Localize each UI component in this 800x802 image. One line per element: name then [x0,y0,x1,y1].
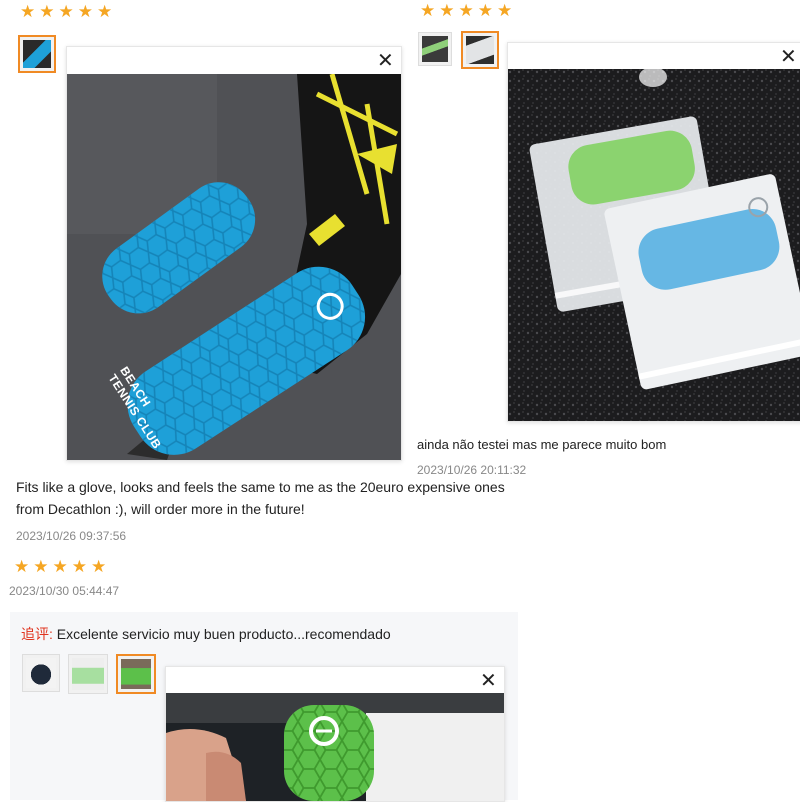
close-icon[interactable]: ✕ [377,51,394,71]
thumbnail-image [121,659,151,689]
star-icon: ★ [33,557,49,576]
thumbnail-image [23,40,51,68]
review-2-thumbnail-2[interactable] [461,31,499,69]
star-icon: ★ [97,2,113,21]
review-1-rating: ★ ★ ★ ★ ★ [20,3,112,20]
review-2-photo-viewer: ✕ [507,42,800,422]
review-2-rating: ★ ★ ★ ★ ★ [420,2,512,19]
bags-photo-illustration [508,69,800,421]
review-3-followup-box: 追评: Excelente servicio muy buen producto… [10,612,518,802]
star-icon: ★ [477,1,493,20]
thumbnail-image [72,658,104,690]
star-icon: ★ [71,557,87,576]
thumbnail-image [466,36,494,64]
close-icon[interactable]: ✕ [480,671,497,691]
grip-photo-illustration [67,74,401,460]
star-icon: ★ [52,557,68,576]
review-1-photo-viewer: ✕ BEACH TENNIS CLUB [66,46,402,461]
followup-label: 追评: [21,626,53,642]
star-icon: ★ [91,557,107,576]
review-2-photo [508,69,800,421]
review-3-thumbnail-1[interactable] [22,654,60,692]
star-icon: ★ [420,1,436,20]
star-icon: ★ [39,2,55,21]
star-icon: ★ [14,557,30,576]
star-icon: ★ [20,2,36,21]
review-3-thumbnail-2[interactable] [68,654,108,694]
thumbnail-image [422,36,448,62]
review-3-rating: ★ ★ ★ ★ ★ [14,558,106,575]
review-3-thumbnail-3[interactable] [116,654,156,694]
star-icon: ★ [77,2,93,21]
star-icon: ★ [439,1,455,20]
review-2-timestamp: 2023/10/26 20:11:32 [417,463,527,477]
close-icon[interactable]: ✕ [780,47,797,67]
review-1-text: Fits like a glove, looks and feels the s… [16,479,505,517]
review-2-text: ainda não testei mas me parece muito bom [417,437,667,452]
thumbnail-image [26,658,56,688]
star-icon: ★ [58,2,74,21]
review-3-photo-viewer: ✕ [165,666,505,802]
star-icon: ★ [497,1,513,20]
star-icon: ★ [458,1,474,20]
review-1-thumbnail[interactable] [18,35,56,73]
followup-text: Excelente servicio muy buen producto...r… [56,626,391,642]
review-3-timestamp: 2023/10/30 05:44:47 [9,584,120,598]
review-1-timestamp: 2023/10/26 09:37:56 [16,529,127,543]
green-grip-photo-illustration [166,693,504,801]
review-3-photo [166,693,504,801]
review-1-photo: BEACH TENNIS CLUB [67,74,401,460]
review-2-thumbnail-1[interactable] [418,32,452,66]
followup-line: 追评: Excelente servicio muy buen producto… [21,624,391,644]
